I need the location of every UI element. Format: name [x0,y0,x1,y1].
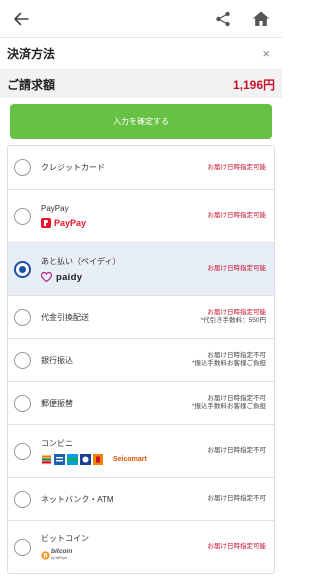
radio-button[interactable] [14,351,31,369]
method-paidy[interactable]: あと払い（ペイディ） paidy お届け日時指定可能 [8,243,274,296]
fee-note: *振込手数料お客様ご負担 [191,403,266,410]
method-name: あと払い（ペイディ） [41,256,121,266]
delivery-status: お届け日時指定可能 [207,309,267,316]
fee-note: *振込手数料お客様ご負担 [191,360,266,367]
close-button[interactable]: × [262,47,270,60]
delivery-status: お届け日時指定可能 [207,543,267,550]
delivery-status: お届け日時指定可能 [207,163,267,171]
confirm-wrap: 入力を確定する [0,98,282,139]
bitcoin-icon: B [41,550,50,559]
method-name: 銀行振込 [41,355,73,365]
delivery-status: お届け日時指定不可 [207,447,267,454]
method-postal-transfer[interactable]: 郵便振替 お届け日時指定不可 *振込手数料お客様ご負担 [8,382,274,425]
billing-amount: 1,196円 [232,77,275,92]
home-icon [252,11,270,26]
delivery-status: お届け日時指定不可 [207,395,267,402]
share-icon [216,11,230,26]
bitcoin-logo: B bitcoin by bitFlyer [41,548,208,561]
method-name: コンビニ [41,438,73,448]
method-credit-card[interactable]: クレジットカード お届け日時指定可能 [8,146,274,190]
method-cash-on-delivery[interactable]: 代金引換配送 お届け日時指定可能 *代引き手数料：550円 [8,296,274,339]
method-name: ビットコイン [41,534,89,543]
method-bank-transfer[interactable]: 銀行振込 お届け日時指定不可 *振込手数料お客様ご負担 [8,339,274,382]
arrow-left-icon [14,12,29,25]
radio-button[interactable] [14,538,31,556]
delivery-status: お届け日時指定可能 [207,265,267,272]
radio-button[interactable] [14,308,31,326]
delivery-status: お届け日時指定可能 [207,212,267,219]
radio-button[interactable] [14,394,31,412]
paidy-logo: paidy [41,272,208,283]
delivery-status: お届け日時指定不可 [207,495,267,502]
share-button[interactable] [212,8,234,30]
paypay-icon [41,218,51,228]
convenience-store-logos: Seicomart [41,453,208,465]
paypay-logo: PayPay [41,218,208,228]
svg-text:B: B [43,553,48,559]
method-convenience-store[interactable]: コンビニ Seicomart お届け日時指定不可 [8,425,274,478]
method-name: PayPay [41,204,69,213]
radio-button-selected[interactable] [14,260,31,278]
radio-dot [19,265,26,273]
convenience-store-icons [41,453,103,465]
delivery-status: お届け日時指定不可 [207,352,267,359]
top-bar [0,0,282,38]
dialog-title: 決済方法 [7,47,56,61]
billing-summary: ご請求額 1,196円 [0,70,282,98]
paidy-icon [41,272,52,282]
method-name: 代金引換配送 [41,312,89,322]
method-bitcoin[interactable]: ビットコイン B bitcoin by bitFlyer お届け日時指定可能 [8,521,274,573]
method-name: ネットバンク・ATM [41,494,114,504]
method-name: 郵便振替 [41,398,73,408]
radio-button[interactable] [14,490,31,508]
payment-method-list: クレジットカード お届け日時指定可能 PayPay PayPay お届け日時指定… [7,145,275,574]
radio-button[interactable] [14,159,31,176]
dialog-header: 決済方法 × [0,38,282,70]
method-net-bank-atm[interactable]: ネットバンク・ATM お届け日時指定不可 [8,478,274,521]
home-button[interactable] [250,8,272,30]
method-paypay[interactable]: PayPay PayPay お届け日時指定可能 [8,190,274,243]
fee-note: *代引き手数料：550円 [200,317,266,324]
confirm-button[interactable]: 入力を確定する [10,104,272,139]
back-button[interactable] [10,8,32,30]
radio-button[interactable] [14,442,31,460]
method-name: クレジットカード [41,163,105,172]
billing-label: ご請求額 [7,77,56,92]
radio-button[interactable] [14,207,31,225]
